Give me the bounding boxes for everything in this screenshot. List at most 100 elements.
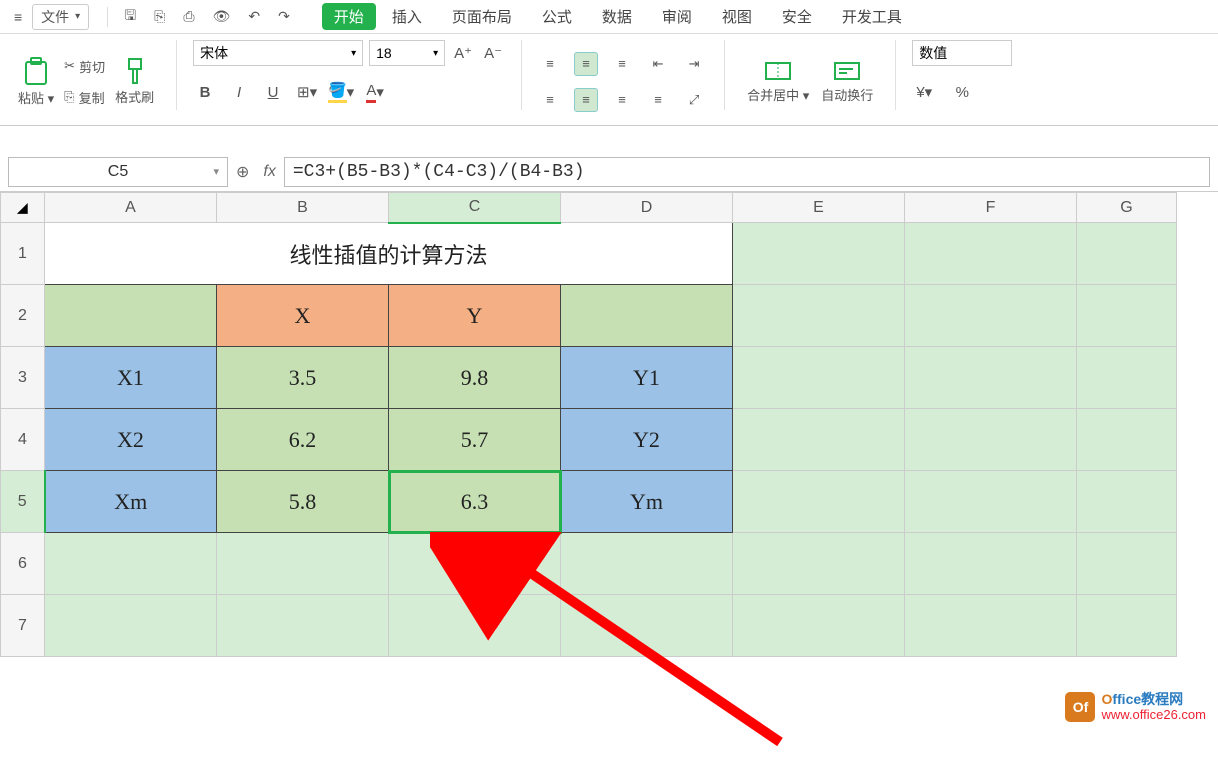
cell-B4[interactable]: 6.2 — [217, 409, 389, 471]
cell-G1[interactable] — [1077, 223, 1177, 285]
tab-insert[interactable]: 插入 — [378, 2, 436, 31]
cell-B5[interactable]: 5.8 — [217, 471, 389, 533]
cell-G2[interactable] — [1077, 285, 1177, 347]
orientation-icon[interactable]: ⤢ — [682, 88, 706, 112]
cell-F7[interactable] — [905, 595, 1077, 657]
tab-data[interactable]: 数据 — [588, 2, 646, 31]
cell-D3[interactable]: Y1 — [561, 347, 733, 409]
cell-F5[interactable] — [905, 471, 1077, 533]
cell-C5-selected[interactable]: 6.3 — [389, 471, 561, 533]
cell-E4[interactable] — [733, 409, 905, 471]
row-header-2[interactable]: 2 — [1, 285, 45, 347]
grid[interactable]: ◢ A B C D E F G 1 线性插值的计算方法 2 X Y 3 X1 3… — [0, 192, 1177, 657]
copy-button[interactable]: ⎘ 复制 — [60, 86, 109, 109]
cell-E3[interactable] — [733, 347, 905, 409]
cell-C2[interactable]: Y — [389, 285, 561, 347]
row-header-5[interactable]: 5 — [1, 471, 45, 533]
undo-icon[interactable]: ↶ — [240, 4, 268, 29]
cell-A2[interactable] — [45, 285, 217, 347]
col-header-E[interactable]: E — [733, 193, 905, 223]
decrease-font-icon[interactable]: A⁻ — [481, 41, 505, 65]
redo-icon[interactable]: ↷ — [270, 4, 298, 29]
tab-formula[interactable]: 公式 — [528, 2, 586, 31]
tab-dev[interactable]: 开发工具 — [828, 2, 916, 31]
row-header-1[interactable]: 1 — [1, 223, 45, 285]
tab-security[interactable]: 安全 — [768, 2, 826, 31]
align-top-icon[interactable]: ≡ — [538, 52, 562, 76]
paste-button[interactable]: 粘贴 ▾ — [12, 42, 60, 122]
font-color-button[interactable]: A▾ — [363, 80, 387, 104]
row-header-6[interactable]: 6 — [1, 533, 45, 595]
number-format-select[interactable]: 数值 — [912, 40, 1012, 66]
cell-E7[interactable] — [733, 595, 905, 657]
cell-E6[interactable] — [733, 533, 905, 595]
col-header-B[interactable]: B — [217, 193, 389, 223]
cell-D4[interactable]: Y2 — [561, 409, 733, 471]
col-header-D[interactable]: D — [561, 193, 733, 223]
percent-icon[interactable]: % — [950, 80, 974, 104]
cell-A6[interactable] — [45, 533, 217, 595]
cell-B7[interactable] — [217, 595, 389, 657]
col-header-G[interactable]: G — [1077, 193, 1177, 223]
increase-font-icon[interactable]: A⁺ — [451, 41, 475, 65]
print-preview-icon[interactable]: 👁 — [205, 4, 239, 29]
cut-button[interactable]: ✂ 剪切 — [60, 55, 109, 78]
hamburger-icon[interactable]: ≡ — [6, 5, 30, 29]
file-menu[interactable]: 文件 ▾ — [32, 4, 89, 30]
cell-A5[interactable]: Xm — [45, 471, 217, 533]
border-button[interactable]: ⊞▾ — [295, 80, 319, 104]
row-header-7[interactable]: 7 — [1, 595, 45, 657]
indent-decrease-icon[interactable]: ⇤ — [646, 52, 670, 76]
cell-G4[interactable] — [1077, 409, 1177, 471]
cell-F3[interactable] — [905, 347, 1077, 409]
indent-increase-icon[interactable]: ⇥ — [682, 52, 706, 76]
tab-view[interactable]: 视图 — [708, 2, 766, 31]
formula-input[interactable]: =C3+(B5-B3)*(C4-C3)/(B4-B3) — [284, 157, 1210, 187]
expand-icon[interactable]: ⊕ — [236, 162, 249, 182]
tab-review[interactable]: 审阅 — [648, 2, 706, 31]
underline-button[interactable]: U — [261, 80, 285, 104]
cell-E5[interactable] — [733, 471, 905, 533]
cell-title[interactable]: 线性插值的计算方法 — [45, 223, 733, 285]
select-all-corner[interactable]: ◢ — [1, 193, 45, 223]
cell-D7[interactable] — [561, 595, 733, 657]
cell-A4[interactable]: X2 — [45, 409, 217, 471]
tab-layout[interactable]: 页面布局 — [438, 2, 526, 31]
align-left-icon[interactable]: ≡ — [538, 88, 562, 112]
cell-C3[interactable]: 9.8 — [389, 347, 561, 409]
cell-F4[interactable] — [905, 409, 1077, 471]
cell-C7[interactable] — [389, 595, 561, 657]
cell-G7[interactable] — [1077, 595, 1177, 657]
cell-C4[interactable]: 5.7 — [389, 409, 561, 471]
cell-E2[interactable] — [733, 285, 905, 347]
cell-G6[interactable] — [1077, 533, 1177, 595]
tab-start[interactable]: 开始 — [322, 3, 376, 30]
save-icon[interactable]: 🖫 — [116, 1, 144, 33]
cell-E1[interactable] — [733, 223, 905, 285]
cell-F6[interactable] — [905, 533, 1077, 595]
cell-G3[interactable] — [1077, 347, 1177, 409]
row-header-4[interactable]: 4 — [1, 409, 45, 471]
cell-F2[interactable] — [905, 285, 1077, 347]
save-as-icon[interactable]: ⎘ — [146, 4, 173, 29]
row-header-3[interactable]: 3 — [1, 347, 45, 409]
align-right-icon[interactable]: ≡ — [610, 88, 634, 112]
currency-icon[interactable]: ¥▾ — [912, 80, 936, 104]
col-header-A[interactable]: A — [45, 193, 217, 223]
cell-B2[interactable]: X — [217, 285, 389, 347]
cell-C6[interactable] — [389, 533, 561, 595]
cell-D6[interactable] — [561, 533, 733, 595]
cell-B6[interactable] — [217, 533, 389, 595]
col-header-C[interactable]: C — [389, 193, 561, 223]
cell-G5[interactable] — [1077, 471, 1177, 533]
format-painter-button[interactable]: 格式刷 — [109, 42, 160, 122]
align-center-icon[interactable]: ≡ — [574, 88, 598, 112]
cell-A3[interactable]: X1 — [45, 347, 217, 409]
cell-A7[interactable] — [45, 595, 217, 657]
name-box[interactable]: C5 — [8, 157, 228, 187]
fx-icon[interactable]: fx — [263, 163, 275, 181]
italic-button[interactable]: I — [227, 80, 251, 104]
align-justify-icon[interactable]: ≡ — [646, 88, 670, 112]
cell-F1[interactable] — [905, 223, 1077, 285]
cell-D5[interactable]: Ym — [561, 471, 733, 533]
